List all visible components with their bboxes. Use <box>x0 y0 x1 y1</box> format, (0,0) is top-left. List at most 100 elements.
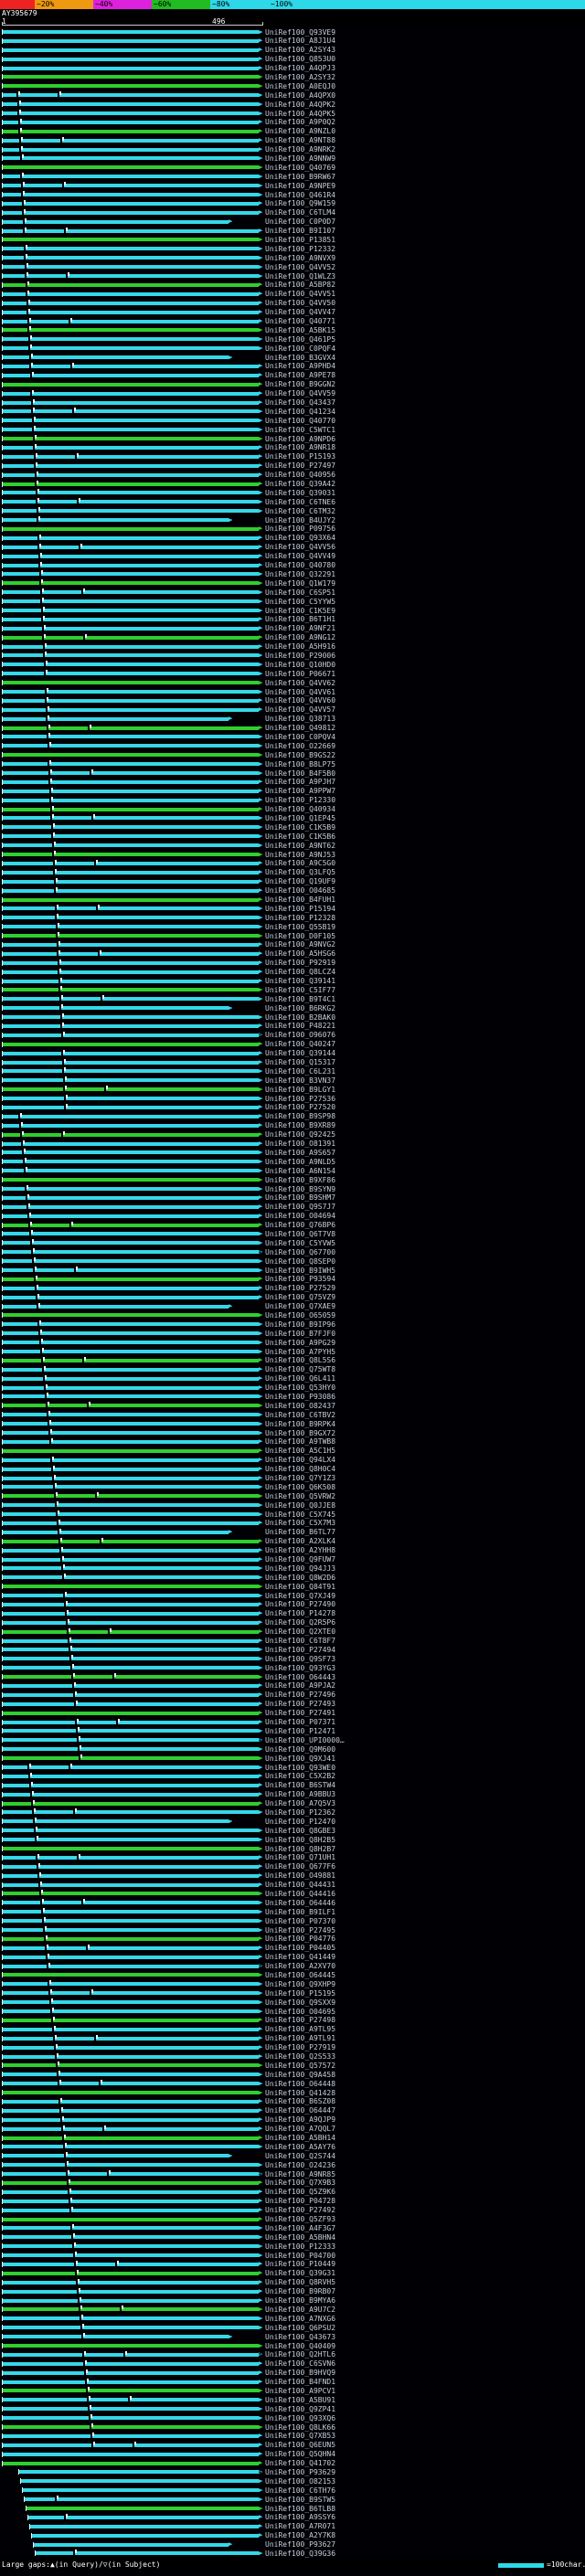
hit-row[interactable]: ▶ UniRef100_A9TL95 <box>0 2025 585 2034</box>
hit-label[interactable]: UniRef100_P12332 <box>265 245 335 253</box>
hit-row[interactable]: ▶ UniRef100_A9TWB8 <box>0 1437 585 1447</box>
hit-row[interactable]: ▶ UniRef100_A2Y7K8 <box>0 2531 585 2540</box>
hit-row[interactable]: ▶ UniRef100_Q9W159 <box>0 199 585 208</box>
hit-row[interactable]: ▶ UniRef100_B6TL77 <box>0 1528 585 1537</box>
hit-row[interactable]: ▶ UniRef100_P13851 <box>0 235 585 244</box>
hit-row[interactable]: ▶ UniRef100_A9NPE9 <box>0 181 585 190</box>
hit-row[interactable]: ▷ UniRef100_UPI0000… <box>0 1735 585 1744</box>
hit-label[interactable]: UniRef100_O96076 <box>265 1031 335 1039</box>
hit-label[interactable]: UniRef100_Q8H0C4 <box>265 1465 335 1473</box>
hit-row[interactable]: ▷ UniRef100_P93629 <box>0 2467 585 2476</box>
hit-label[interactable]: UniRef100_Q2XTE0 <box>265 1627 335 1636</box>
hit-row[interactable]: ▶ UniRef100_B6STW4 <box>0 1781 585 1790</box>
hit-row[interactable]: ▶ UniRef100_A9TL91 <box>0 2034 585 2043</box>
hit-label[interactable]: UniRef100_Q9XHP9 <box>265 1980 335 1988</box>
hit-row[interactable]: ▶ UniRef100_B4F5B0 <box>0 769 585 778</box>
hit-label[interactable]: UniRef100_Q4VV49 <box>265 552 335 560</box>
hit-label[interactable]: UniRef100_Q75WT8 <box>265 1365 335 1373</box>
hit-label[interactable]: UniRef100_A9PHD4 <box>265 362 335 370</box>
hit-row[interactable]: ▶ UniRef100_A5C1H5 <box>0 1447 585 1456</box>
hit-row[interactable]: ▶ UniRef100_P15195 <box>0 1988 585 1998</box>
hit-label[interactable]: UniRef100_Q39144 <box>265 1049 335 1057</box>
hit-label[interactable]: UniRef100_A9TL95 <box>265 2025 335 2033</box>
hit-label[interactable]: UniRef100_Q49812 <box>265 724 335 732</box>
hit-label[interactable]: UniRef100_Q4VV60 <box>265 696 335 705</box>
hit-row[interactable]: ▶ UniRef100_P27497 <box>0 461 585 471</box>
hit-row[interactable]: ▶ UniRef100_Q40780 <box>0 561 585 570</box>
hit-row[interactable]: ▶ UniRef100_Q9SF73 <box>0 1654 585 1663</box>
hit-label[interactable]: UniRef100_Q1W179 <box>265 579 335 588</box>
hit-label[interactable]: UniRef100_Q41702 <box>265 2459 335 2467</box>
hit-label[interactable]: UniRef100_P27520 <box>265 1103 335 1111</box>
hit-row[interactable]: ▶ UniRef100_Q5VRW2 <box>0 1491 585 1500</box>
hit-label[interactable]: UniRef100_B4FUH1 <box>265 896 335 904</box>
hit-label[interactable]: UniRef100_Q44431 <box>265 1881 335 1889</box>
hit-row[interactable]: ▶ UniRef100_Q39G31 <box>0 2269 585 2278</box>
hit-label[interactable]: UniRef100_P15194 <box>265 905 335 913</box>
hit-label[interactable]: UniRef100_P27496 <box>265 1691 335 1699</box>
hit-row[interactable]: ▶ UniRef100_Q461P5 <box>0 334 585 344</box>
hit-row[interactable]: ▶ UniRef100_C6TH76 <box>0 2486 585 2495</box>
hit-row[interactable]: ▶ UniRef100_P93086 <box>0 1392 585 1401</box>
hit-row[interactable]: ▶ UniRef100_O24236 <box>0 2160 585 2169</box>
hit-row[interactable]: ▶ UniRef100_O64448 <box>0 2079 585 2088</box>
hit-label[interactable]: UniRef100_P12328 <box>265 914 335 922</box>
hit-label[interactable]: UniRef100_A2YHH8 <box>265 1546 335 1554</box>
hit-row[interactable]: ▶ UniRef100_Q8H0C4 <box>0 1465 585 1474</box>
hit-label[interactable]: UniRef100_A9NG12 <box>265 633 335 641</box>
hit-row[interactable]: ▶ UniRef100_A9BBU3 <box>0 1790 585 1799</box>
hit-row[interactable]: ▶ UniRef100_P27496 <box>0 1691 585 1700</box>
hit-row[interactable]: ▶ UniRef100_Q44431 <box>0 1881 585 1890</box>
hit-row[interactable]: ▶ UniRef100_Q43673 <box>0 2332 585 2341</box>
hit-row[interactable]: ▶ UniRef100_P27492 <box>0 2206 585 2215</box>
hit-row[interactable]: ▶ UniRef100_Q41702 <box>0 2459 585 2468</box>
hit-label[interactable]: UniRef100_C6TM32 <box>265 507 335 515</box>
hit-label[interactable]: UniRef100_Q5QHN4 <box>265 2450 335 2458</box>
hit-row[interactable]: ▶ UniRef100_B4FND1 <box>0 2378 585 2387</box>
hit-row[interactable]: ▶ UniRef100_Q0JJE8 <box>0 1500 585 1510</box>
hit-row[interactable]: ▶ UniRef100_Q75VZ9 <box>0 1293 585 1302</box>
hit-label[interactable]: UniRef100_Q2S744 <box>265 2152 335 2160</box>
hit-row[interactable]: ▶ UniRef100_P27493 <box>0 1700 585 1709</box>
hit-label[interactable]: UniRef100_A4QPK5 <box>265 110 335 118</box>
hit-label[interactable]: UniRef100_O65059 <box>265 1311 335 1320</box>
hit-label[interactable]: UniRef100_A4QPX0 <box>265 91 335 100</box>
hit-label[interactable]: UniRef100_Q19UF9 <box>265 877 335 885</box>
hit-label[interactable]: UniRef100_A5BP82 <box>265 281 335 289</box>
hit-label[interactable]: UniRef100_Q39G36 <box>265 2549 335 2558</box>
hit-row[interactable]: ▶ UniRef100_A9PG29 <box>0 1338 585 1347</box>
hit-label[interactable]: UniRef100_Q9A458 <box>265 2071 335 2079</box>
hit-row[interactable]: ▶ UniRef100_B9HVQ9 <box>0 2369 585 2378</box>
hit-row[interactable]: ▶ UniRef100_Q55B19 <box>0 922 585 931</box>
hit-label[interactable]: UniRef100_Q4VV52 <box>265 263 335 271</box>
hit-row[interactable]: ▶ UniRef100_A7Q5V3 <box>0 1799 585 1808</box>
hit-label[interactable]: UniRef100_Q40409 <box>265 2342 335 2350</box>
hit-label[interactable]: UniRef100_A7NXG6 <box>265 2315 335 2323</box>
hit-row[interactable]: ▶ UniRef100_A5H916 <box>0 642 585 652</box>
hit-label[interactable]: UniRef100_A5H916 <box>265 642 335 651</box>
hit-row[interactable]: ▶ UniRef100_Q93YG3 <box>0 1663 585 1672</box>
hit-row[interactable]: ▶ UniRef100_Q8LCZ4 <box>0 968 585 977</box>
hit-row[interactable]: ▶ UniRef100_A4F3G7 <box>0 2223 585 2232</box>
hit-row[interactable]: ▶ UniRef100_Q677F6 <box>0 1862 585 1871</box>
hit-row[interactable]: ▶ UniRef100_P27494 <box>0 1645 585 1654</box>
hit-label[interactable]: UniRef100_P27491 <box>265 1709 335 1717</box>
hit-row[interactable]: ▶ UniRef100_B9RW67 <box>0 172 585 181</box>
hit-row[interactable]: ▶ UniRef100_Q8H2B5 <box>0 1835 585 1844</box>
hit-row[interactable]: ▶ UniRef100_A7NXG6 <box>0 2314 585 2323</box>
hit-row[interactable]: ▶ UniRef100_C6L231 <box>0 1066 585 1076</box>
hit-row[interactable]: ▶ UniRef100_Q4VV52 <box>0 262 585 271</box>
hit-label[interactable]: UniRef100_C5YYW5 <box>265 598 335 606</box>
hit-row[interactable]: ▶ UniRef100_Q32291 <box>0 569 585 578</box>
hit-row[interactable]: ▶ UniRef100_A9NF21 <box>0 624 585 633</box>
hit-row[interactable]: ▶ UniRef100_Q40409 <box>0 2341 585 2350</box>
hit-label[interactable]: UniRef100_O64443 <box>265 1673 335 1681</box>
hit-label[interactable]: UniRef100_A9NT62 <box>265 842 335 850</box>
hit-label[interactable]: UniRef100_Q40769 <box>265 164 335 172</box>
hit-row[interactable]: ▶ UniRef100_Q5Z9K6 <box>0 2188 585 2197</box>
hit-label[interactable]: UniRef100_P04728 <box>265 2197 335 2205</box>
hit-label[interactable]: UniRef100_A9NLD5 <box>265 1158 335 1166</box>
hit-row[interactable]: ▶ UniRef100_P48221 <box>0 1022 585 1031</box>
hit-row[interactable]: ▶ UniRef100_O04685 <box>0 886 585 896</box>
hit-label[interactable]: UniRef100_B9ILF1 <box>265 1908 335 1916</box>
